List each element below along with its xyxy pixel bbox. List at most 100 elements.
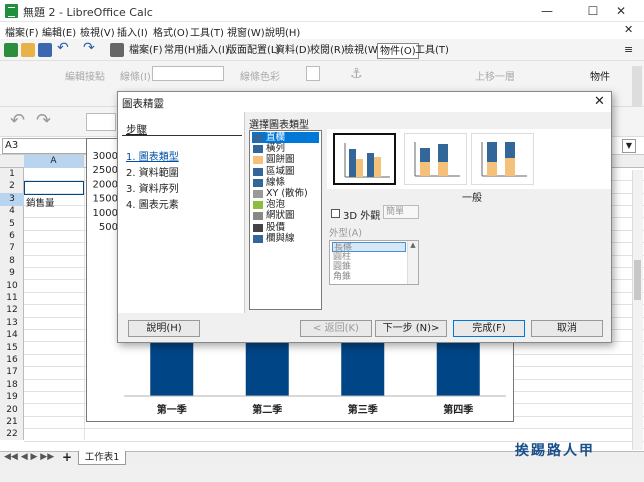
- variant-label: 一般: [462, 193, 482, 204]
- step-data-series[interactable]: 3. 資料序列: [126, 180, 179, 195]
- status-bar: [0, 465, 644, 482]
- chart-bar: [436, 343, 480, 396]
- chart-type-item[interactable]: 橫列: [252, 143, 319, 154]
- add-sheet-icon[interactable]: +: [62, 450, 72, 464]
- line-color-dropdown[interactable]: [306, 66, 320, 81]
- thumb-bar: [356, 159, 363, 177]
- menu-tools[interactable]: 工具(T): [190, 24, 224, 39]
- column-a-header[interactable]: A: [24, 155, 84, 168]
- 3d-label: 3D 外觀: [343, 211, 381, 222]
- y-tick-label: 3000: [93, 151, 118, 162]
- menu-view[interactable]: 檢視(V): [80, 24, 115, 39]
- row-header-22[interactable]: 22: [0, 428, 24, 442]
- redo-icon[interactable]: ↷: [83, 40, 95, 56]
- tab-file[interactable]: 檔案(F): [127, 43, 165, 59]
- cell-a3[interactable]: 銷售量: [26, 195, 55, 209]
- menu-help[interactable]: 說明(H): [265, 24, 300, 39]
- step-data-range[interactable]: 2. 資料範圍: [126, 164, 179, 179]
- x-tick-label: 第三季: [348, 403, 379, 416]
- dialog-close-icon[interactable]: ✕: [594, 94, 605, 109]
- object-label[interactable]: 物件: [590, 68, 610, 83]
- vertical-scrollbar[interactable]: [632, 170, 643, 450]
- chart-type-icon: [253, 234, 263, 243]
- chart-type-label: 圓餅圖: [266, 154, 295, 166]
- chart-type-item[interactable]: 線條: [252, 177, 319, 188]
- shape-list-scrollbar[interactable]: ▲: [407, 241, 418, 284]
- undo-arrow-icon[interactable]: ↶: [10, 110, 25, 131]
- tab-tools[interactable]: 工具(T): [413, 43, 451, 59]
- chart-type-item[interactable]: 區域圖: [252, 166, 319, 177]
- save-icon[interactable]: [38, 43, 52, 57]
- font-size-box[interactable]: [86, 113, 116, 131]
- chart-type-list[interactable]: 直欄 橫列 圓餅圖 區域圖 線條 XY (散佈) 泡泡 網狀圖 股價 欄與線: [249, 130, 322, 310]
- tab-review[interactable]: 校閱(R): [308, 43, 347, 59]
- anchor-icon[interactable]: ⚓: [350, 66, 363, 82]
- chart-type-item[interactable]: XY (散佈): [252, 188, 319, 199]
- menu-window[interactable]: 視窗(W): [227, 24, 265, 39]
- thumb-bar: [505, 142, 515, 158]
- thumb-bar: [420, 148, 430, 162]
- y-tick-label: 2000: [93, 179, 118, 190]
- redo-arrow-icon[interactable]: ↷: [36, 110, 51, 131]
- cell-a2-selected[interactable]: [24, 181, 84, 195]
- undo-icon[interactable]: ↶: [57, 40, 69, 56]
- shape-item[interactable]: 長條: [332, 242, 406, 253]
- edit-points-label[interactable]: 編輯接點: [65, 68, 105, 83]
- 3d-checkbox[interactable]: [331, 209, 340, 218]
- shape-list[interactable]: 長條 圓柱 圓錐 角錐 ▲: [329, 240, 419, 285]
- chart-type-label: XY (散佈): [266, 188, 308, 199]
- menu-format[interactable]: 格式(O): [153, 24, 189, 39]
- menu-file[interactable]: 檔案(F): [5, 24, 39, 39]
- finish-button[interactable]: 完成(F): [453, 320, 525, 337]
- chart-type-item[interactable]: 直欄: [252, 132, 319, 144]
- dialog-title: 圖表精靈: [122, 98, 164, 110]
- tab-data[interactable]: 資料(D): [273, 43, 313, 59]
- back-button[interactable]: < 返回(K): [300, 320, 372, 337]
- thumb-bar: [505, 158, 515, 176]
- step-chart-type[interactable]: 1. 圖表類型: [126, 148, 179, 163]
- help-button[interactable]: 說明(H): [128, 320, 200, 337]
- open-folder-icon[interactable]: [21, 43, 35, 57]
- new-document-icon[interactable]: [4, 43, 18, 57]
- chart-type-item[interactable]: 圓餅圖: [252, 154, 319, 165]
- menu-insert[interactable]: 插入(I): [117, 24, 148, 39]
- step-chart-elements[interactable]: 4. 圖表元素: [126, 196, 179, 211]
- print-icon[interactable]: [110, 43, 124, 57]
- x-tick-label: 第四季: [443, 403, 474, 416]
- variant-percent-stacked[interactable]: [471, 133, 534, 185]
- chart-type-icon: [253, 212, 263, 221]
- dialog-title-bar: [118, 92, 611, 112]
- chart-type-icon: [253, 156, 263, 165]
- chart-type-label: 橫列: [266, 143, 286, 155]
- chart-type-icon: [253, 145, 263, 154]
- chart-type-item[interactable]: 網狀圖: [252, 210, 319, 221]
- chart-type-icon: [253, 178, 263, 187]
- cancel-button[interactable]: 取消: [531, 320, 603, 337]
- chart-type-icon: [253, 223, 263, 232]
- sheet-tab-1[interactable]: 工作表1: [78, 451, 126, 465]
- shape-item[interactable]: 圓柱: [332, 252, 406, 262]
- shape-item[interactable]: 圓錐: [332, 262, 406, 272]
- 3d-style-select[interactable]: 簡單: [383, 205, 419, 219]
- chart-wizard-dialog: 圖表精靈 ✕ 步驟 1. 圖表類型 2. 資料範圍 3. 資料序列 4. 圖表元…: [117, 91, 612, 343]
- line-style-dropdown[interactable]: [152, 66, 224, 81]
- close-document-icon[interactable]: ✕: [624, 23, 633, 36]
- variant-normal[interactable]: [333, 133, 396, 185]
- chart-type-item[interactable]: 股價: [252, 222, 319, 233]
- menu-edit[interactable]: 編輯(E): [42, 24, 76, 39]
- line-color-label[interactable]: 線條色彩: [240, 68, 280, 83]
- expand-formula-icon[interactable]: ▼: [622, 139, 636, 153]
- shape-item[interactable]: 角錐: [332, 272, 406, 282]
- sheet-nav-arrows-icon[interactable]: ◀◀ ◀ ▶ ▶▶: [4, 452, 54, 462]
- chart-type-item[interactable]: 泡泡: [252, 199, 319, 210]
- vertical-scroll-thumb[interactable]: [634, 260, 641, 300]
- chart-type-item[interactable]: 欄與線: [252, 233, 319, 244]
- menu-lines-icon[interactable]: ≡: [624, 43, 633, 56]
- chart-type-label: 線條: [266, 176, 286, 188]
- variant-stacked[interactable]: [404, 133, 467, 185]
- next-button[interactable]: 下一步 (N)>: [375, 320, 447, 337]
- toolbar-scroll[interactable]: [632, 66, 642, 106]
- close-window-button[interactable]: ✕: [598, 0, 644, 22]
- minimize-button[interactable]: —: [524, 0, 570, 22]
- bring-forward-label[interactable]: 上移一層: [475, 68, 515, 83]
